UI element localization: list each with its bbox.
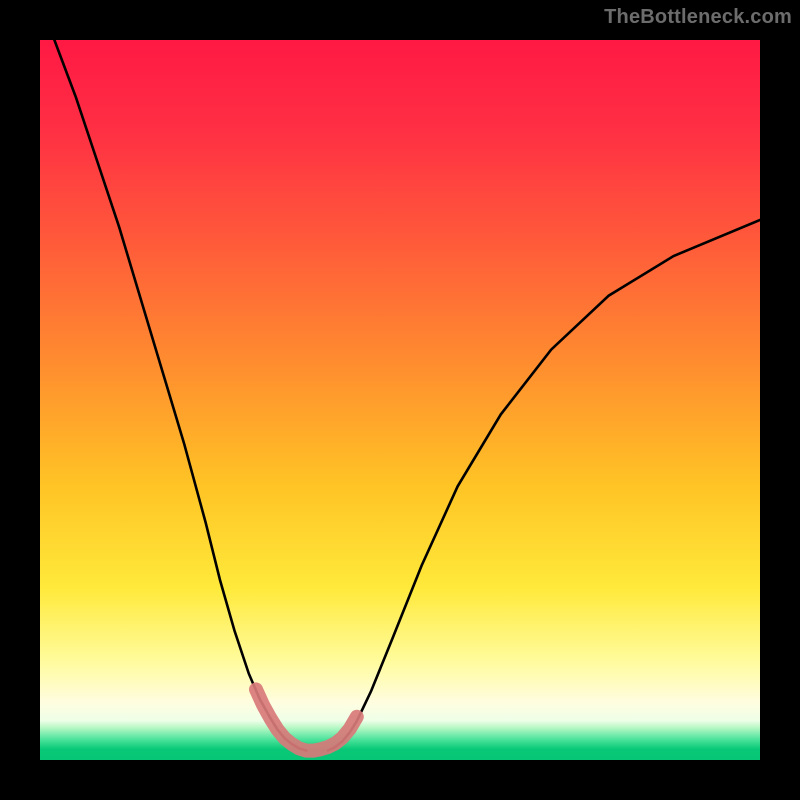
plot-area [40,40,760,760]
curves-svg [40,40,760,760]
right-curve [328,220,760,751]
left-curve [54,40,306,751]
chart-stage: TheBottleneck.com [0,0,800,800]
bottom-pink-highlight [256,689,357,750]
watermark-text: TheBottleneck.com [604,6,792,29]
